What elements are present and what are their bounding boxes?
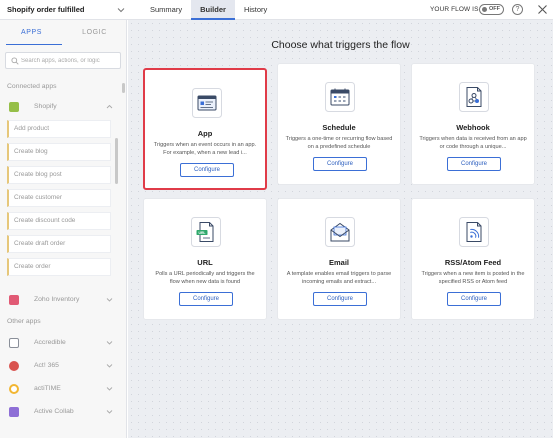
card-title: Webhook: [456, 123, 490, 132]
chevron-down-icon[interactable]: [105, 407, 114, 416]
chevron-down-icon[interactable]: [105, 384, 114, 393]
card-description: Triggers when data is received from an a…: [419, 136, 527, 150]
trigger-item-label: Create draft order: [14, 240, 66, 247]
app-name: actiTIME: [34, 385, 61, 392]
tab-history[interactable]: History: [235, 0, 276, 20]
trigger-card-webhook[interactable]: Webhook Triggers when data is received f…: [411, 63, 535, 185]
sidebar: APPS LOGIC Connected apps Shopify Add pr…: [0, 20, 127, 438]
tab-builder[interactable]: Builder: [191, 0, 235, 20]
trigger-item-create-blog-post[interactable]: Create blog post: [7, 166, 111, 184]
search-box[interactable]: [5, 52, 121, 69]
chevron-up-icon[interactable]: [105, 102, 114, 111]
trigger-card-email[interactable]: Email A template enables email triggers …: [277, 198, 401, 320]
trigger-item-create-order[interactable]: Create order: [7, 258, 111, 276]
card-title: Schedule: [322, 123, 356, 132]
toggle-knob: [482, 7, 487, 12]
app-name: Active Collab: [34, 408, 74, 415]
builder-canvas: Choose what triggers the flow App Trigge…: [128, 20, 553, 438]
trigger-card-rss-atom-feed[interactable]: RSS/Atom Feed Triggers when a new item i…: [411, 198, 535, 320]
sidebar-tabs: APPS LOGIC: [0, 20, 126, 46]
rss-icon: [459, 217, 489, 247]
trigger-item-label: Create blog post: [14, 171, 62, 178]
sidebar-tab-logic[interactable]: LOGIC: [63, 20, 126, 46]
email-icon: [325, 217, 355, 247]
accredible-logo-icon: [9, 338, 19, 348]
app-name: Zoho Inventory: [34, 296, 80, 303]
connected-apps-label: Connected apps: [7, 83, 57, 90]
configure-button[interactable]: Configure: [313, 157, 367, 171]
app-row-actitime[interactable]: actiTIME: [7, 381, 119, 397]
sidebar-tab-apps[interactable]: APPS: [0, 20, 63, 46]
other-apps-label: Other apps: [7, 318, 41, 325]
app-name: Accredible: [34, 339, 66, 346]
page-title: Choose what triggers the flow: [271, 39, 410, 51]
trigger-item-create-blog[interactable]: Create blog: [7, 143, 111, 161]
trigger-card-url[interactable]: URL URL Polls a URL periodically and tri…: [143, 198, 267, 320]
trigger-item-label: Add product: [14, 125, 50, 132]
flow-title[interactable]: Shopify order fulfilled: [7, 5, 85, 14]
app-window-icon: [192, 88, 222, 118]
chevron-down-icon[interactable]: [116, 5, 126, 15]
top-bar: Shopify order fulfilled Summary Builder …: [0, 0, 553, 20]
app-row-active-collab[interactable]: Active Collab: [7, 404, 119, 420]
chevron-down-icon[interactable]: [105, 338, 114, 347]
chevron-down-icon[interactable]: [105, 295, 114, 304]
app-row-shopify[interactable]: Shopify: [7, 99, 119, 115]
svg-text:URL: URL: [199, 231, 206, 235]
tab-summary[interactable]: Summary: [141, 0, 191, 20]
card-description: Polls a URL periodically and triggers th…: [155, 271, 255, 285]
configure-button[interactable]: Configure: [179, 292, 233, 306]
configure-button[interactable]: Configure: [180, 163, 234, 177]
trigger-item-label: Create customer: [14, 194, 63, 201]
scrollbar-thumb[interactable]: [115, 138, 118, 184]
card-title: URL: [197, 258, 213, 267]
toggle-state-text: OFF: [489, 6, 500, 12]
card-description: Triggers a one-time or recurring flow ba…: [285, 136, 393, 150]
card-title: RSS/Atom Feed: [444, 258, 502, 267]
configure-button[interactable]: Configure: [313, 292, 367, 306]
card-title: App: [197, 129, 213, 138]
sidebar-scrollbar[interactable]: [122, 83, 125, 93]
trigger-item-create-draft-order[interactable]: Create draft order: [7, 235, 111, 253]
trigger-item-create-customer[interactable]: Create customer: [7, 189, 111, 207]
configure-button[interactable]: Configure: [447, 292, 501, 306]
app-name: Act! 365: [34, 362, 59, 369]
close-icon[interactable]: [537, 4, 548, 15]
webhook-icon: [459, 82, 489, 112]
search-input[interactable]: [21, 53, 119, 68]
card-description: Triggers when an event occurs in an app.…: [153, 142, 257, 156]
trigger-item-label: Create blog: [14, 148, 48, 155]
card-description: Triggers when a new item is posted in th…: [421, 271, 525, 285]
active-collab-logo-icon: [9, 407, 19, 417]
trigger-card-app[interactable]: App Triggers when an event occurs in an …: [143, 68, 267, 190]
shopify-logo-icon: [9, 102, 19, 112]
active-tab-indicator: [6, 44, 62, 45]
trigger-item-add-product[interactable]: Add product: [7, 120, 111, 138]
configure-button[interactable]: Configure: [447, 157, 501, 171]
card-title: Email: [328, 258, 349, 267]
help-icon[interactable]: ?: [512, 4, 523, 15]
app-row-accredible[interactable]: Accredible: [7, 335, 119, 351]
trigger-item-label: Create order: [14, 263, 51, 270]
flow-status-label: YOUR FLOW IS: [430, 6, 479, 13]
actitime-logo-icon: [9, 384, 19, 394]
view-tabs: Summary Builder History: [141, 0, 276, 20]
card-description: A template enables email triggers to par…: [286, 271, 392, 285]
app-name: Shopify: [34, 103, 57, 110]
trigger-item-label: Create discount code: [14, 217, 76, 224]
chevron-down-icon[interactable]: [105, 361, 114, 370]
trigger-card-schedule[interactable]: Schedule Triggers a one-time or recurrin…: [277, 63, 401, 185]
search-icon: [11, 57, 19, 65]
app-row-act-365[interactable]: Act! 365: [7, 358, 119, 374]
act-365-logo-icon: [9, 361, 19, 371]
zoho-inventory-logo-icon: [9, 295, 19, 305]
trigger-list-scrollbar[interactable]: [115, 120, 119, 281]
url-icon: URL: [191, 217, 221, 247]
calendar-icon: [325, 82, 355, 112]
flow-status-toggle[interactable]: OFF: [479, 4, 504, 15]
app-row-zoho-inventory[interactable]: Zoho Inventory: [7, 292, 119, 308]
trigger-item-create-discount-code[interactable]: Create discount code: [7, 212, 111, 230]
